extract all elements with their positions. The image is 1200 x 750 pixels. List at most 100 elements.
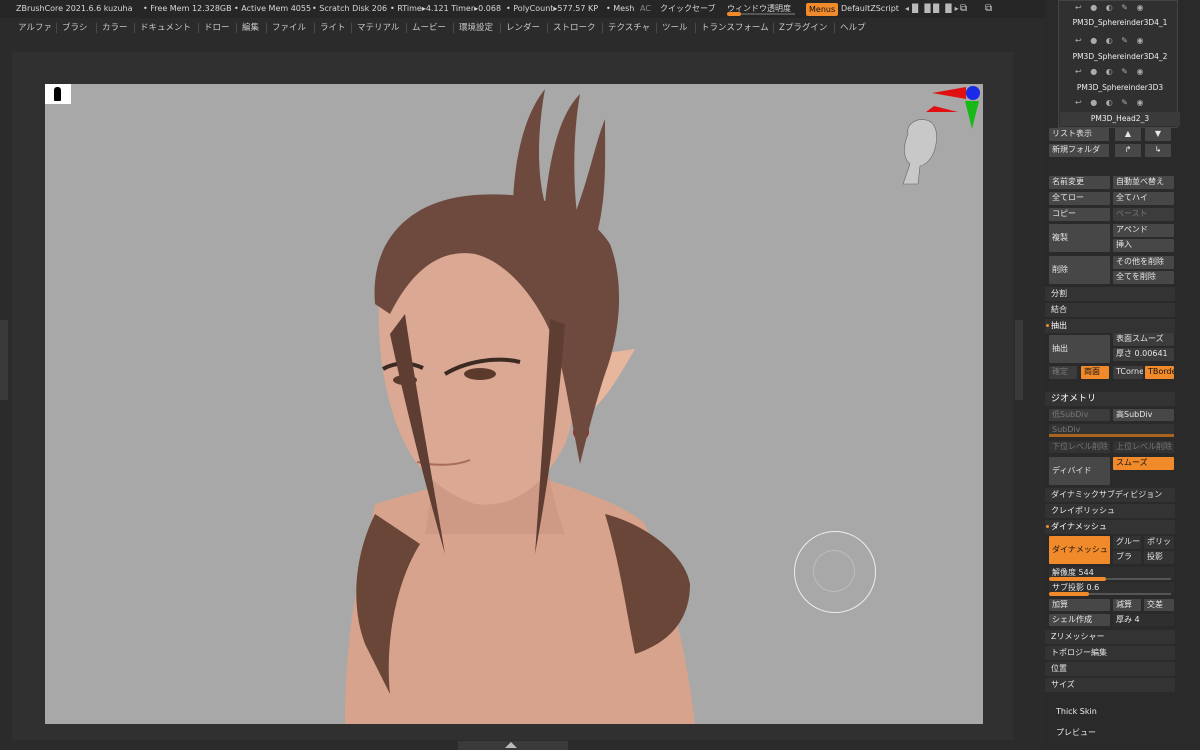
menu-item-13[interactable]: テクスチャ	[606, 18, 652, 38]
extract-button[interactable]: 抽出	[1049, 335, 1110, 363]
menu-item-12[interactable]: ストローク	[551, 18, 598, 38]
thickness-slider[interactable]: 厚さ 0.00641	[1113, 348, 1174, 361]
left-shelf-handle[interactable]	[0, 320, 8, 400]
groups-toggle[interactable]: グルー	[1113, 536, 1141, 549]
menu-item-17[interactable]: ヘルプ	[838, 18, 868, 38]
rtime: • RTime▸4.121 Timer▸0.068	[390, 4, 502, 13]
delete-button[interactable]: 削除	[1049, 256, 1110, 284]
thickness-4-slider[interactable]: 厚み 4	[1113, 614, 1174, 626]
menu-item-9[interactable]: ムービー	[410, 18, 448, 38]
new-folder-button[interactable]: 新規フォルダ	[1049, 144, 1109, 157]
window-transparency[interactable]: ウィンドウ透明度	[727, 0, 795, 18]
all-low-button[interactable]: 全てロー	[1049, 192, 1110, 205]
subtool-item-4-selected[interactable]: PM3D_Head2_3	[1060, 112, 1180, 126]
copy-button[interactable]: コピー	[1049, 208, 1110, 221]
move-up-arrow-icon[interactable]: ↱	[1115, 144, 1141, 157]
size-section[interactable]: サイズ	[1045, 678, 1175, 692]
double-button[interactable]: 両面	[1081, 366, 1109, 379]
menu-item-1[interactable]: ブラシ	[60, 18, 89, 38]
append-button[interactable]: アペンド	[1113, 224, 1174, 237]
navigation-head-icon[interactable]	[898, 104, 972, 194]
lower-subdiv-button[interactable]: 低SubDiv	[1049, 409, 1110, 421]
topology-section[interactable]: トポロジー編集	[1045, 646, 1175, 660]
dynamic-subdiv-section[interactable]: ダイナミックサブディビジョン	[1045, 488, 1175, 502]
menu-item-10[interactable]: 環境設定	[457, 18, 495, 38]
right-shelf-handle[interactable]	[1015, 320, 1023, 400]
delete-higher-button[interactable]: 上位レベル削除	[1113, 441, 1174, 453]
subtool-item-1[interactable]: PM3D_Sphereinder3D4_1	[1060, 16, 1180, 30]
menu-item-6[interactable]: ファイル	[270, 18, 308, 38]
menu-item-14[interactable]: ツール	[660, 18, 690, 38]
clay-polish-section[interactable]: クレイポリッシュ	[1045, 504, 1175, 518]
menu-item-3[interactable]: ドキュメント	[138, 18, 193, 38]
bottom-shelf-handle[interactable]	[458, 741, 568, 750]
create-shell-button[interactable]: シェル作成	[1049, 614, 1110, 626]
layout-slider2-icon[interactable]: ▐▌▐▌▸	[930, 0, 959, 18]
menus-button[interactable]: Menus	[806, 3, 839, 16]
tborder-button[interactable]: TBorde	[1145, 366, 1174, 379]
subtool-row-2-icons[interactable]: ↩ ● ◐ ✎ ◉	[1075, 36, 1175, 46]
split-section[interactable]: 分割	[1045, 287, 1175, 301]
menu-item-8[interactable]: マテリアル	[355, 18, 401, 38]
geometry-section[interactable]: ジオメトリ	[1045, 392, 1175, 406]
menu-item-5[interactable]: 編集	[240, 18, 261, 38]
smooth-surface-slider[interactable]: 表面スムーズ	[1113, 333, 1174, 346]
layout-alt-icon[interactable]: ⧉	[985, 0, 992, 18]
menu-item-11[interactable]: レンダー	[504, 18, 542, 38]
insert-button[interactable]: 挿入	[1113, 239, 1174, 252]
document-canvas[interactable]	[45, 84, 983, 724]
subtool-row-4-icons[interactable]: ↩ ● ◐ ✎ ◉	[1075, 98, 1175, 108]
menu-item-7[interactable]: ライト	[318, 18, 348, 38]
project-toggle[interactable]: 投影	[1144, 551, 1174, 564]
subtract-button[interactable]: 減算	[1113, 599, 1141, 611]
menu-item-4[interactable]: ドロー	[202, 18, 232, 38]
rename-button[interactable]: 名前変更	[1049, 176, 1110, 189]
subtool-row-1-icons[interactable]: ↩ ● ◐ ✎ ◉	[1075, 3, 1175, 13]
smooth-toggle[interactable]: スムーズ	[1113, 457, 1174, 470]
add-button[interactable]: 加算	[1049, 599, 1110, 611]
arrow-up-icon[interactable]: ▲	[1115, 128, 1141, 141]
extract-section[interactable]: 抽出	[1045, 319, 1175, 333]
intersect-button[interactable]: 交差	[1144, 599, 1174, 611]
divide-button[interactable]: ディバイド	[1049, 457, 1110, 485]
duplicate-button[interactable]: 複製	[1049, 224, 1110, 252]
dynamesh-button[interactable]: ダイナメッシュ	[1049, 536, 1110, 564]
delete-lower-button[interactable]: 下位レベル削除	[1049, 441, 1110, 453]
delete-all-button[interactable]: 全てを削除	[1113, 271, 1174, 284]
subtool-row-3-icons[interactable]: ↩ ● ◐ ✎ ◉	[1075, 67, 1175, 77]
dynamesh-section[interactable]: ダイナメッシュ	[1045, 520, 1175, 534]
menu-separator	[134, 23, 135, 33]
zscript-label[interactable]: DefaultZScript	[841, 0, 899, 18]
nav-green-axis-icon[interactable]	[965, 101, 979, 129]
layout-swap-icon[interactable]: ⧉	[960, 0, 967, 18]
position-section[interactable]: 位置	[1045, 662, 1175, 676]
nav-blue-axis-icon[interactable]	[966, 86, 980, 100]
blur-slider[interactable]: ブラ	[1113, 551, 1141, 564]
arrow-down-icon[interactable]: ▼	[1145, 128, 1171, 141]
delete-other-button[interactable]: その他を削除	[1113, 256, 1174, 269]
zremesher-section[interactable]: Zリメッシャー	[1045, 630, 1175, 644]
move-down-arrow-icon[interactable]: ↳	[1145, 144, 1171, 157]
menu-item-0[interactable]: アルファ	[16, 18, 54, 38]
menu-item-16[interactable]: Zプラグイン	[777, 18, 829, 38]
accept-button[interactable]: 確定	[1049, 366, 1077, 379]
subtool-item-3[interactable]: PM3D_Sphereinder3D3	[1060, 81, 1180, 95]
menu-item-15[interactable]: トランスフォーム	[699, 18, 771, 38]
paste-button[interactable]: ペースト	[1113, 208, 1174, 221]
subtool-item-2[interactable]: PM3D_Sphereinder3D4_2	[1060, 50, 1180, 64]
all-high-button[interactable]: 全てハイ	[1113, 192, 1174, 205]
higher-subdiv-button[interactable]: 高SubDiv	[1113, 409, 1174, 421]
tcorner-button[interactable]: TCorne	[1113, 366, 1143, 379]
preview-label[interactable]: プレビュー	[1056, 727, 1096, 738]
nav-red-axis-icon[interactable]	[932, 87, 966, 99]
thick-skin-label[interactable]: Thick Skin	[1056, 707, 1097, 716]
menu-item-2[interactable]: カラー	[100, 18, 130, 38]
quicksave-button[interactable]: クイックセーブ	[660, 0, 716, 18]
auto-reorder-button[interactable]: 自動並べ替え	[1113, 176, 1174, 189]
merge-section[interactable]: 結合	[1045, 303, 1175, 317]
document-thumbnail-icon[interactable]	[45, 84, 71, 104]
polish-toggle[interactable]: ポリッ	[1144, 536, 1174, 549]
sub-projection-slider-fill	[1049, 592, 1090, 596]
touch-cursor-ring[interactable]	[794, 531, 876, 613]
list-view-button[interactable]: リスト表示	[1049, 128, 1109, 141]
